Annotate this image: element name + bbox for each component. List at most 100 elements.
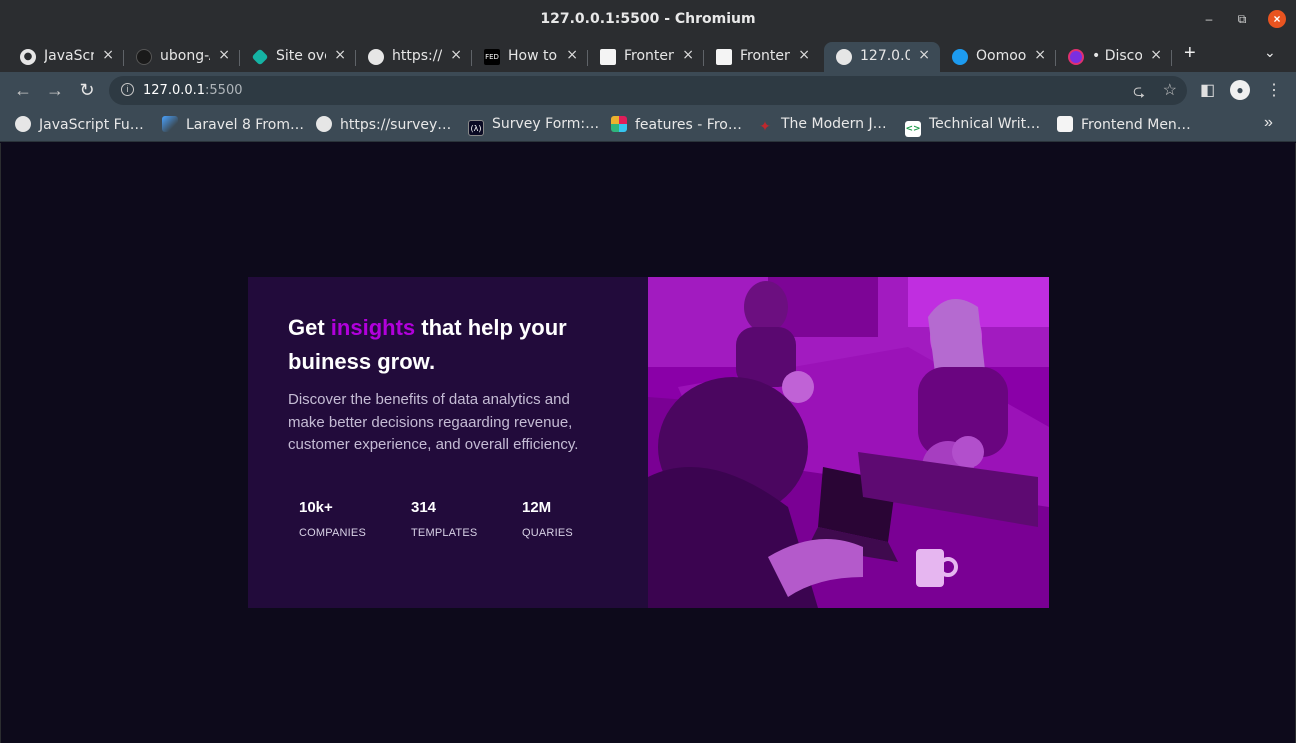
url-port: :5500	[205, 83, 243, 98]
restore-button[interactable]: ⧉	[1233, 10, 1251, 28]
share-icon[interactable]: ⮎	[1133, 81, 1145, 106]
page-description: Discover the benefits of data analytics …	[288, 391, 579, 453]
bookmark-survey[interactable]: https://survey…	[316, 116, 451, 133]
stat-label: COMPANIES	[299, 527, 366, 539]
stat-number: 10k+	[299, 499, 333, 516]
tab-close-icon[interactable]: ×	[334, 47, 346, 63]
team-photo-image	[648, 277, 1049, 608]
headline-start: Get	[288, 315, 331, 340]
bookmark-label: Frontend Men…	[1081, 117, 1191, 133]
bookmark-survey-form[interactable]: (λ) Survey Form:…	[468, 116, 599, 136]
url-text[interactable]: 127.0.0.1:5500	[143, 83, 243, 98]
profile-avatar-icon[interactable]: ●	[1230, 80, 1250, 100]
tab-label: • Discord	[1092, 48, 1142, 64]
page-viewport: Get insights that help your buiness grow…	[0, 143, 1296, 743]
tab-close-icon[interactable]: ×	[1150, 47, 1162, 63]
tab-label: Frontend	[740, 48, 790, 64]
browser-menu-icon[interactable]: ⋮	[1266, 80, 1282, 100]
tab-close-icon[interactable]: ×	[682, 47, 694, 63]
frontend-mentor-icon	[600, 49, 616, 65]
tab-close-icon[interactable]: ×	[102, 47, 114, 63]
forward-button[interactable]: →	[44, 80, 66, 101]
technical-writing-icon: <>	[905, 121, 921, 137]
globe-icon	[15, 116, 31, 132]
tab-close-icon[interactable]: ×	[798, 47, 810, 63]
tab-label: How to	[508, 48, 558, 64]
tab-close-icon[interactable]: ×	[918, 47, 930, 63]
bookmarks-bar: JavaScript Fu… Laravel 8 From… https://s…	[0, 108, 1296, 142]
frontend-mentor-icon	[1057, 116, 1073, 132]
netlify-icon	[251, 48, 269, 66]
bookmark-javascript[interactable]: JavaScript Fu…	[15, 116, 144, 133]
reload-button[interactable]: ↻	[76, 80, 98, 101]
tab-label: https://	[392, 48, 442, 64]
window-title: 127.0.0.1:5500 - Chromium	[540, 11, 756, 27]
twitter-icon	[952, 49, 968, 65]
bookmark-features[interactable]: features - Fro…	[611, 116, 742, 133]
tab-strip: ● JavaScript × ubong-A × Site ove × http…	[0, 38, 1296, 72]
tab-https[interactable]: https:// ×	[356, 42, 472, 72]
card-text-panel: Get insights that help your buiness grow…	[248, 277, 648, 608]
tab-label: JavaScript	[44, 48, 94, 64]
address-bar[interactable]: i 127.0.0.1:5500 ⮎ ☆	[109, 76, 1187, 105]
tab-frontend-1[interactable]: Frontend ×	[588, 42, 704, 72]
codepen-icon: (λ)	[468, 120, 484, 136]
globe-icon	[316, 116, 332, 132]
bookmark-label: features - Fro…	[635, 117, 742, 133]
tab-site-overview[interactable]: Site ove ×	[240, 42, 356, 72]
stat-number: 314	[411, 499, 437, 516]
tab-search-button[interactable]: ⌄	[1264, 44, 1276, 61]
browser-toolbar: ← → ↻ i 127.0.0.1:5500 ⮎ ☆ ◧ ● ⋮	[0, 72, 1296, 108]
tab-label: ubong-A	[160, 48, 210, 64]
minimize-button[interactable]: –	[1200, 10, 1218, 28]
tab-discord[interactable]: • Discord ×	[1056, 42, 1172, 72]
tab-oomoo[interactable]: Oomoo ×	[940, 42, 1056, 72]
bookmark-label: Survey Form:…	[492, 116, 600, 132]
side-panel-icon[interactable]: ◧	[1200, 80, 1215, 100]
stat-queries: 12M QUARIES	[522, 499, 573, 539]
close-window-button[interactable]: ×	[1268, 10, 1286, 28]
tab-separator	[1171, 50, 1172, 66]
bookmark-label: Technical Writ…	[929, 116, 1041, 132]
bookmark-star-icon[interactable]: ☆	[1163, 80, 1177, 100]
team-photo-illustration	[648, 277, 1049, 608]
bookmark-technical-writing[interactable]: <> Technical Writ…	[905, 116, 1040, 137]
slack-icon	[611, 116, 627, 132]
fed-icon: FED	[484, 49, 500, 65]
site-info-icon[interactable]: i	[121, 83, 134, 96]
headline-accent: insights	[330, 315, 416, 340]
url-host: 127.0.0.1	[143, 83, 206, 98]
bookmark-frontend-mentor[interactable]: Frontend Men…	[1057, 116, 1191, 133]
tab-ubong[interactable]: ubong-A ×	[124, 42, 240, 72]
tab-label: Oomoo	[976, 48, 1026, 64]
github-icon	[136, 49, 152, 65]
bookmarks-overflow-button[interactable]: »	[1264, 114, 1273, 132]
frontend-mentor-icon	[716, 49, 732, 65]
tab-close-icon[interactable]: ×	[218, 47, 230, 63]
stats-preview-card: Get insights that help your buiness grow…	[248, 277, 1049, 608]
bookmark-label: JavaScript Fu…	[39, 117, 144, 133]
stat-label: QUARIES	[522, 527, 573, 539]
tab-how-to[interactable]: FED How to ×	[472, 42, 588, 72]
page-headline: Get insights that help your buiness grow…	[288, 311, 608, 379]
globe-icon	[836, 49, 852, 65]
window-titlebar: 127.0.0.1:5500 - Chromium – ⧉ ×	[0, 0, 1296, 38]
stat-companies: 10k+ COMPANIES	[299, 499, 366, 539]
tab-label: Frontend	[624, 48, 674, 64]
stat-label: TEMPLATES	[411, 527, 478, 539]
tab-label: 127.0.0.1	[860, 48, 910, 64]
laravel-icon	[162, 116, 178, 132]
globe-icon	[368, 49, 384, 65]
bookmark-modern-js[interactable]: ✦ The Modern J…	[757, 116, 887, 135]
stat-number: 12M	[522, 499, 552, 516]
tab-localhost-active[interactable]: 127.0.0.1 ×	[824, 42, 940, 72]
new-tab-button[interactable]: +	[1184, 42, 1196, 65]
bookmark-laravel[interactable]: Laravel 8 From…	[162, 116, 304, 133]
back-button[interactable]: ←	[12, 80, 34, 101]
tab-close-icon[interactable]: ×	[450, 47, 462, 63]
tab-close-icon[interactable]: ×	[1034, 47, 1046, 63]
tab-frontend-2[interactable]: Frontend ×	[704, 42, 820, 72]
bookmark-label: The Modern J…	[781, 116, 887, 132]
tab-close-icon[interactable]: ×	[566, 47, 578, 63]
tab-javascript[interactable]: ● JavaScript ×	[8, 42, 124, 72]
